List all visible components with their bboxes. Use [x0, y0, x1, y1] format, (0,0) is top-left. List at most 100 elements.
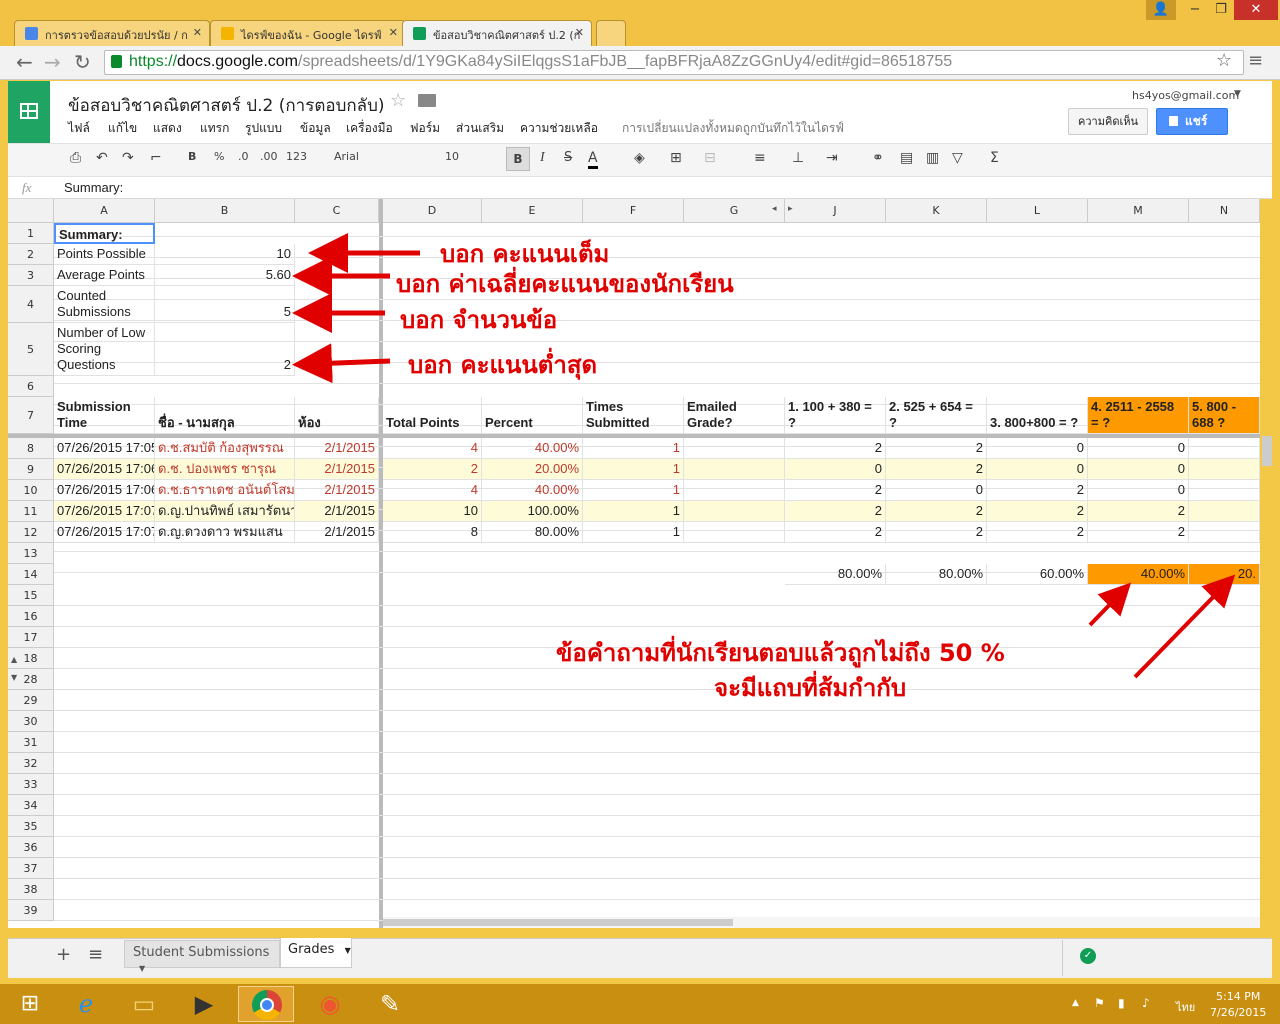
cell-n9[interactable] [1189, 459, 1260, 480]
row-header[interactable]: 14 [8, 564, 54, 585]
hidden-columns-left-icon[interactable]: ◂ [772, 204, 777, 214]
cell-e11[interactable]: 100.00% [482, 501, 583, 522]
col-header-e[interactable]: E [482, 199, 583, 223]
cell-k14[interactable]: 80.00% [886, 564, 987, 585]
windows-start-icon[interactable]: ⊞ [2, 986, 58, 1022]
more-formats-button[interactable]: 123 [286, 150, 307, 163]
doc-title[interactable]: ข้อสอบวิชาคณิตศาสตร์ ป.2 (การตอบกลับ) [68, 92, 385, 119]
new-tab-button[interactable] [596, 20, 626, 46]
menu-edit[interactable]: แก้ไข [108, 119, 137, 138]
row-header[interactable]: 35 [8, 816, 54, 837]
all-sheets-icon[interactable]: ≡ [88, 944, 103, 965]
row-header[interactable]: 17 [8, 627, 54, 648]
cell-j11[interactable]: 2 [785, 501, 886, 522]
menu-file[interactable]: ไฟล์ [68, 119, 90, 138]
cell-f11[interactable]: 1 [583, 501, 684, 522]
menu-format[interactable]: รูปแบบ [245, 119, 282, 138]
cell-a5[interactable]: Number of Low Scoring Questions [54, 323, 155, 376]
forward-icon[interactable]: → [44, 50, 61, 74]
cell-b11[interactable]: ด.ญ.ปานทิพย์ เสมารัตนา [155, 501, 295, 522]
cell-n14[interactable]: 20. [1189, 564, 1260, 585]
header-total-points[interactable]: Total Points [383, 397, 482, 434]
increase-decimal-button[interactable]: .00 [260, 150, 278, 163]
row-header[interactable]: 2 [8, 244, 54, 265]
back-icon[interactable]: ← [16, 50, 33, 74]
cell-a1[interactable]: Summary: [54, 223, 155, 244]
cell-f8[interactable]: 1 [583, 438, 684, 459]
header-times-submitted[interactable]: Times Submitted [583, 397, 684, 434]
clock-date[interactable]: 7/26/2015 [1210, 1006, 1266, 1019]
comments-button[interactable]: ความคิดเห็น [1068, 108, 1148, 135]
cell-g10[interactable] [684, 480, 785, 501]
header-q4[interactable]: 4. 2511 - 2558 = ? [1088, 397, 1189, 434]
folder-icon[interactable] [418, 94, 436, 107]
menu-addons[interactable]: ส่วนเสริม [456, 119, 504, 138]
add-sheet-icon[interactable]: + [56, 944, 71, 965]
header-q1[interactable]: 1. 100 + 380 = ? [785, 397, 886, 434]
vertical-scrollbar-thumb[interactable] [1262, 436, 1272, 466]
cell-b3[interactable]: 5.60 [155, 265, 295, 286]
close-icon[interactable]: ✕ [575, 26, 584, 39]
functions-button[interactable]: Σ [990, 150, 999, 166]
close-icon[interactable]: ✕ [389, 26, 398, 39]
cell-c10[interactable]: 2/1/2015 [295, 480, 379, 501]
close-icon[interactable]: ✕ [193, 26, 202, 39]
row-header[interactable]: 38 [8, 879, 54, 900]
font-select[interactable]: Arial [334, 150, 418, 163]
chevron-down-icon[interactable]: ▼ [139, 964, 145, 973]
col-header-c[interactable]: C [295, 199, 379, 223]
sheets-logo-icon[interactable] [8, 81, 50, 143]
bookmark-star-icon[interactable]: ☆ [1216, 50, 1232, 71]
header-q3[interactable]: 3. 800+800 = ? [987, 397, 1088, 434]
row-header[interactable]: 13 [8, 543, 54, 564]
cell-b9[interactable]: ด.ช. ปองเพชร ชารุณ [155, 459, 295, 480]
row-header[interactable]: 33 [8, 774, 54, 795]
browser-tab-2[interactable]: ไดรฟ์ของฉัน - Google ไดรฟ์ ✕ [210, 20, 406, 46]
decrease-decimal-button[interactable]: .0 [238, 150, 249, 163]
cell-l14[interactable]: 60.00% [987, 564, 1088, 585]
cell-e12[interactable]: 80.00% [482, 522, 583, 543]
align-left-icon[interactable]: ≡ [754, 150, 766, 166]
wrap-text-icon[interactable]: ⇥ [826, 150, 838, 166]
percent-button[interactable]: % [214, 150, 224, 163]
menu-tools[interactable]: เครื่องมือ [346, 119, 393, 138]
cell-l10[interactable]: 2 [987, 480, 1088, 501]
cell-a4[interactable]: Counted Submissions [54, 286, 155, 323]
header-submission-time[interactable]: Submission Time [54, 397, 155, 434]
header-q2[interactable]: 2. 525 + 654 = ? [886, 397, 987, 434]
cell-c12[interactable]: 2/1/2015 [295, 522, 379, 543]
row-header[interactable]: 7 [8, 397, 54, 434]
cell-m8[interactable]: 0 [1088, 438, 1189, 459]
paint-icon[interactable]: ✎ [362, 986, 418, 1022]
cell-k9[interactable]: 2 [886, 459, 987, 480]
col-header-l[interactable]: L [987, 199, 1088, 223]
cell-e9[interactable]: 20.00% [482, 459, 583, 480]
cell-d12[interactable]: 8 [383, 522, 482, 543]
row-header[interactable]: 5 [8, 323, 54, 376]
browser-tab-1[interactable]: การตรวจข้อสอบด้วยปรนัย / ก ✕ [14, 20, 210, 46]
text-color-button[interactable]: A [588, 150, 598, 169]
col-header-a[interactable]: A [54, 199, 155, 223]
vertical-align-icon[interactable]: ⊥ [792, 150, 804, 166]
row-header[interactable]: 1 [8, 223, 54, 244]
cell-e8[interactable]: 40.00% [482, 438, 583, 459]
cell-d9[interactable]: 2 [383, 459, 482, 480]
cell-b5[interactable]: 2 [155, 323, 295, 376]
merge-cells-icon[interactable]: ⊟ [704, 150, 716, 166]
cell-a2[interactable]: Points Possible [54, 244, 155, 265]
cell-a11[interactable]: 07/26/2015 17:07 [54, 501, 155, 522]
cell-b10[interactable]: ด.ช.ธาราเดช อนันต์โสม [155, 480, 295, 501]
bold-button[interactable]: B [506, 147, 530, 171]
cell-j12[interactable]: 2 [785, 522, 886, 543]
insert-link-icon[interactable]: ⚭ [872, 150, 884, 166]
share-button[interactable]: แชร์ [1156, 108, 1228, 135]
row-header[interactable]: 36 [8, 837, 54, 858]
url-input[interactable]: https://docs.google.com/spreadsheets/d/1… [104, 50, 1244, 75]
sheet-tab-student-submissions[interactable]: Student Submissions ▼ [124, 940, 280, 973]
filter-icon[interactable]: ▽ [952, 150, 963, 166]
account-email[interactable]: hs4yos@gmail.com [1132, 89, 1239, 102]
row-header[interactable]: 11 [8, 501, 54, 522]
cell-f9[interactable]: 1 [583, 459, 684, 480]
cell-b4[interactable]: 5 [155, 286, 295, 323]
browser-tab-3[interactable]: ข้อสอบวิชาคณิตศาสตร์ ป.2 (ก ✕ [402, 20, 592, 47]
